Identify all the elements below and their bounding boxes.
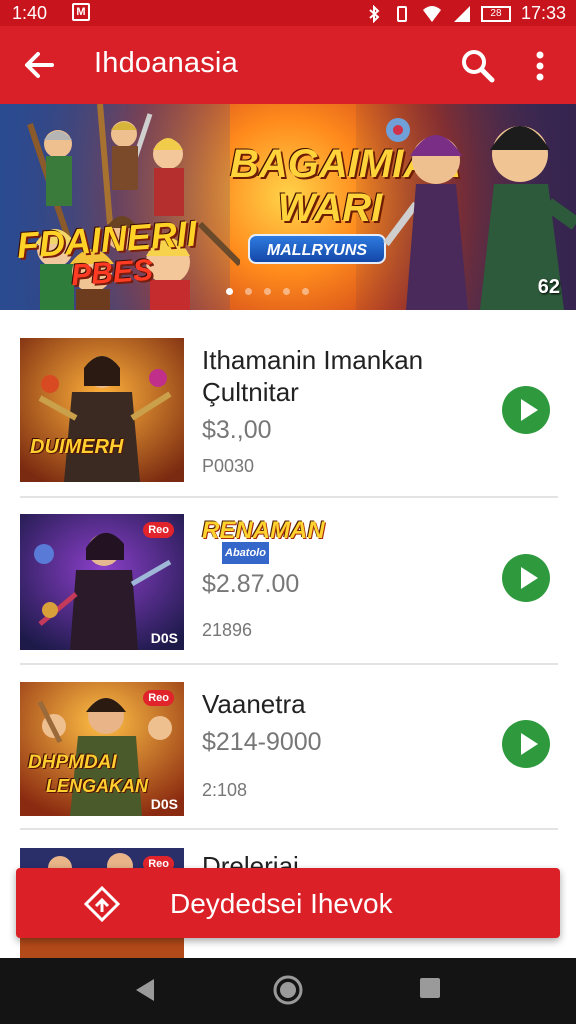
search-icon[interactable] <box>460 48 496 84</box>
banner-pagination <box>226 288 309 295</box>
page-title: Ihdoanasia <box>94 47 238 79</box>
action-button-label: Deydedsei Ihevok <box>170 888 393 919</box>
item-subtext: 2:108 <box>202 780 248 800</box>
back-arrow-icon[interactable] <box>22 48 56 82</box>
primary-action-button[interactable]: Deydedsei Ihevok <box>16 868 560 938</box>
nav-recents-icon[interactable] <box>418 976 442 1000</box>
item-brand-logo: RENAMAN Abatolo <box>202 517 325 564</box>
item-name-line2: Çultnitar <box>202 377 299 407</box>
signal-icon <box>453 5 470 22</box>
system-navigation-bar <box>0 958 576 1024</box>
pagination-dot[interactable] <box>283 288 290 295</box>
thumb-tag: D0S <box>150 796 178 812</box>
thumb-caption-2: LENGAKAN <box>46 776 148 796</box>
pagination-dot[interactable] <box>302 288 309 295</box>
item-name: Ithamanin Imankan Çultnitar <box>202 344 423 408</box>
thumb-badge: Reo <box>143 690 174 706</box>
brand-logo-subtext: Abatolo <box>222 542 269 564</box>
item-thumbnail: DUIMERH <box>20 338 184 482</box>
thumb-badge: Reo <box>143 522 174 538</box>
item-thumbnail: Reo DHPMDAI LENGAKAN D0S <box>20 682 184 816</box>
item-name-line1: Ithamanin Imankan <box>202 345 424 375</box>
thumb-caption-1: DHPMDAI <box>28 752 117 773</box>
play-button[interactable] <box>502 720 550 768</box>
status-bar: 1:40 M 28 17:33 <box>0 0 576 26</box>
more-vert-icon[interactable] <box>528 48 552 84</box>
item-subtext: P0030 <box>202 456 255 476</box>
item-thumbnail: Reo D0S <box>20 514 184 650</box>
item-price: $214-9000 <box>202 728 322 756</box>
pagination-dot[interactable] <box>245 288 252 295</box>
pagination-dot[interactable] <box>264 288 271 295</box>
banner-game-logo: FDAINERII PBES <box>16 213 220 297</box>
item-name: Vaanetra <box>202 689 306 719</box>
list-item[interactable]: Reo DHPMDAI LENGAKAN D0S Vaanetra $214-9… <box>0 680 576 830</box>
divider <box>20 496 558 498</box>
item-price: $3.,00 <box>202 416 272 444</box>
list-item[interactable]: Reo D0S RENAMAN Abatolo $2.87.00 21896 <box>0 512 576 662</box>
brand-logo-text: RENAMAN <box>202 517 325 544</box>
list-item[interactable]: DUIMERH Ithamanin Imankan Çultnitar $3.,… <box>0 334 576 484</box>
thumb-caption: DUIMERH <box>30 436 124 458</box>
vibrate-icon <box>396 5 407 22</box>
thumb-tag: D0S <box>150 630 178 646</box>
divider <box>20 828 558 830</box>
item-subtext: 21896 <box>202 620 253 640</box>
promo-banner[interactable]: FDAINERII PBES BAGAIMIAA WARI MALLRYUNS … <box>0 104 576 310</box>
battery-icon: 28 <box>480 5 511 22</box>
nav-back-icon[interactable] <box>132 976 158 1004</box>
nav-home-icon[interactable] <box>272 974 304 1006</box>
pagination-dot[interactable] <box>226 288 233 295</box>
status-time: 1:40 <box>12 3 48 23</box>
diamond-direction-icon <box>84 886 120 922</box>
notification-icon: M <box>72 3 90 21</box>
play-button[interactable] <box>502 386 550 434</box>
wifi-icon <box>422 5 441 22</box>
item-price: $2.87.00 <box>202 570 300 598</box>
banner-cta-pill[interactable]: MALLRYUNS <box>248 234 386 264</box>
play-button[interactable] <box>502 554 550 602</box>
bluetooth-icon <box>369 4 380 23</box>
app-toolbar: Ihdoanasia <box>0 26 576 104</box>
banner-counter: 62 <box>537 276 560 298</box>
status-icons: 28 17:33 <box>365 3 566 24</box>
divider <box>20 663 558 665</box>
status-clock: 17:33 <box>520 3 566 23</box>
